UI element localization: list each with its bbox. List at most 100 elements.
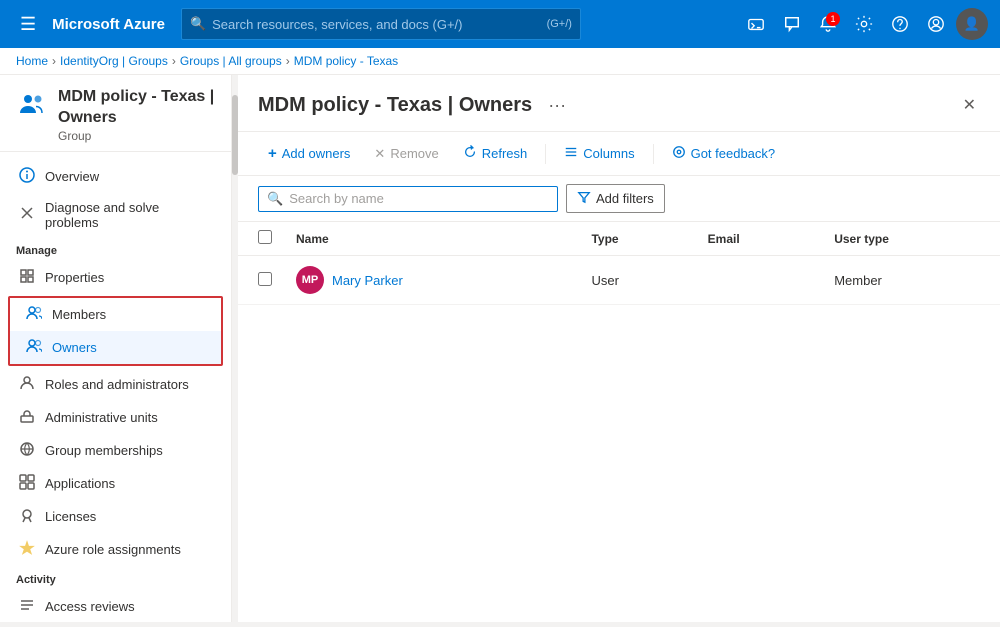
sidebar-label-azure-roles: Azure role assignments: [45, 542, 181, 557]
search-box[interactable]: 🔍: [258, 186, 558, 212]
properties-icon: [19, 268, 35, 287]
notification-badge: 1: [826, 12, 840, 26]
sidebar-item-properties[interactable]: Properties: [0, 261, 231, 294]
members-owners-highlight: Members Owners: [8, 296, 223, 366]
search-shortcut: (G+/): [547, 18, 572, 30]
columns-icon: [564, 145, 578, 162]
manage-section-label: Manage: [0, 237, 231, 261]
email-column-header[interactable]: Email: [696, 222, 823, 256]
table-header-row: Name Type Email User type: [238, 222, 1000, 256]
sidebar-label-admin-units: Administrative units: [45, 410, 158, 425]
top-bar: ☰ Microsoft Azure 🔍 (G+/) 1 👤: [0, 0, 1000, 48]
sidebar-item-azure-roles[interactable]: Azure role assignments: [0, 533, 231, 566]
row-checkbox[interactable]: [258, 272, 272, 286]
help-icon[interactable]: [884, 8, 916, 40]
app-title: Microsoft Azure: [52, 16, 165, 33]
sidebar-item-overview[interactable]: Overview: [0, 160, 231, 193]
members-icon: [26, 305, 42, 324]
sidebar-item-group-memberships[interactable]: Group memberships: [0, 434, 231, 467]
row-checkbox-cell[interactable]: [238, 256, 284, 305]
columns-button[interactable]: Columns: [554, 140, 644, 167]
sidebar-wrapper: MDM policy - Texas | Owners Group Overvi…: [0, 75, 238, 622]
breadcrumb-identity-org[interactable]: IdentityOrg | Groups: [60, 54, 168, 68]
table-row: MP Mary Parker User Member: [238, 256, 1000, 305]
breadcrumb: Home › IdentityOrg | Groups › Groups | A…: [0, 48, 1000, 75]
resource-title: MDM policy - Texas | Owners: [58, 87, 215, 129]
type-column-header[interactable]: Type: [579, 222, 695, 256]
sidebar-item-roles[interactable]: Roles and administrators: [0, 368, 231, 401]
sidebar-item-diagnose[interactable]: Diagnose and solve problems: [0, 193, 231, 237]
resource-header: MDM policy - Texas | Owners Group: [0, 75, 231, 152]
sidebar-scrollbar[interactable]: [232, 75, 238, 622]
owners-table: Name Type Email User type MP Mary Parker…: [238, 222, 1000, 305]
page-header: MDM policy - Texas | Owners ··· ✕: [238, 75, 1000, 132]
user-type-column-header[interactable]: User type: [822, 222, 1000, 256]
main-layout: MDM policy - Texas | Owners Group Overvi…: [0, 75, 1000, 622]
roles-icon: [19, 375, 35, 394]
global-search-input[interactable]: [212, 17, 540, 32]
sidebar-scrollbar-thumb[interactable]: [232, 95, 238, 175]
user-avatar: MP: [296, 266, 324, 294]
search-input[interactable]: [289, 191, 549, 206]
group-memberships-icon: [19, 441, 35, 460]
resource-info: MDM policy - Texas | Owners Group: [58, 87, 215, 143]
top-bar-icons: 1 👤: [740, 8, 988, 40]
more-options-button[interactable]: ···: [542, 93, 572, 118]
sidebar-label-members: Members: [52, 307, 106, 322]
sidebar-item-licenses[interactable]: Licenses: [0, 500, 231, 533]
sidebar-item-owners[interactable]: Owners: [10, 331, 221, 364]
add-owners-button[interactable]: + Add owners: [258, 140, 360, 167]
search-box-icon: 🔍: [267, 191, 283, 207]
email-cell: [696, 256, 823, 305]
refresh-button[interactable]: Refresh: [453, 140, 538, 167]
toolbar: + Add owners ✕ Remove Refresh Columns: [238, 132, 1000, 176]
remove-button[interactable]: ✕ Remove: [364, 141, 448, 167]
toolbar-divider-2: [653, 144, 654, 164]
overview-icon: [19, 167, 35, 186]
sidebar-nav: Overview Diagnose and solve problems Man…: [0, 152, 231, 622]
sidebar-label-access-reviews: Access reviews: [45, 599, 135, 614]
sidebar-item-admin-units[interactable]: Administrative units: [0, 401, 231, 434]
admin-units-icon: [19, 408, 35, 427]
avatar[interactable]: 👤: [956, 8, 988, 40]
group-icon: [16, 89, 48, 128]
sidebar-label-overview: Overview: [45, 169, 99, 184]
feedback-button[interactable]: Got feedback?: [662, 140, 786, 167]
sidebar-label-group-memberships: Group memberships: [45, 443, 163, 458]
sidebar-item-members[interactable]: Members: [10, 298, 221, 331]
select-all-checkbox[interactable]: [258, 230, 272, 244]
user-type-cell: Member: [822, 256, 1000, 305]
notifications-icon[interactable]: 1: [812, 8, 844, 40]
table-area: Name Type Email User type MP Mary Parker…: [238, 222, 1000, 622]
filter-icon: [577, 190, 591, 207]
user-name-link[interactable]: Mary Parker: [332, 273, 403, 288]
breadcrumb-mdm-policy[interactable]: MDM policy - Texas: [294, 54, 398, 68]
access-reviews-icon: [19, 597, 35, 616]
toolbar-divider-1: [545, 144, 546, 164]
breadcrumb-home[interactable]: Home: [16, 54, 48, 68]
add-icon: +: [268, 145, 277, 162]
select-all-column: [238, 222, 284, 256]
settings-icon[interactable]: [848, 8, 880, 40]
close-button[interactable]: ✕: [959, 91, 980, 119]
sidebar-label-properties: Properties: [45, 270, 104, 285]
sidebar-label-applications: Applications: [45, 476, 115, 491]
name-column-header[interactable]: Name: [284, 222, 579, 256]
bc-sep-3: ›: [286, 54, 290, 68]
bc-sep-1: ›: [52, 54, 56, 68]
support-icon[interactable]: [920, 8, 952, 40]
content-area: MDM policy - Texas | Owners ··· ✕ + Add …: [238, 75, 1000, 622]
feedback-icon[interactable]: [776, 8, 808, 40]
remove-icon: ✕: [374, 146, 385, 162]
owners-icon: [26, 338, 42, 357]
cloud-shell-icon[interactable]: [740, 8, 772, 40]
name-cell: MP Mary Parker: [284, 256, 579, 305]
global-search-box[interactable]: 🔍 (G+/): [181, 8, 581, 40]
add-filters-button[interactable]: Add filters: [566, 184, 665, 213]
sidebar-label-owners: Owners: [52, 340, 97, 355]
sidebar-item-applications[interactable]: Applications: [0, 467, 231, 500]
sidebar-item-access-reviews[interactable]: Access reviews: [0, 590, 231, 622]
licenses-icon: [19, 507, 35, 526]
hamburger-menu[interactable]: ☰: [12, 10, 44, 39]
breadcrumb-all-groups[interactable]: Groups | All groups: [180, 54, 282, 68]
